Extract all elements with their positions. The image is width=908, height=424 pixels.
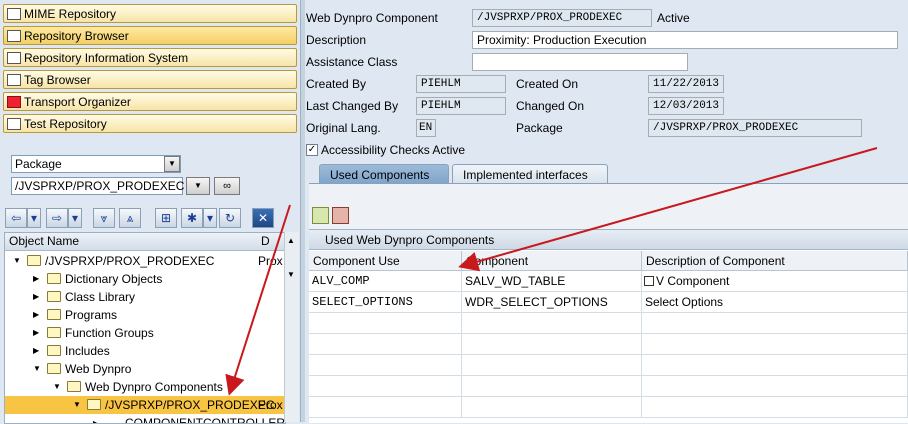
annotation-arrow-tree — [225, 204, 291, 396]
annotation-arrows — [225, 147, 878, 396]
annotation-arrow-grid — [458, 147, 878, 272]
